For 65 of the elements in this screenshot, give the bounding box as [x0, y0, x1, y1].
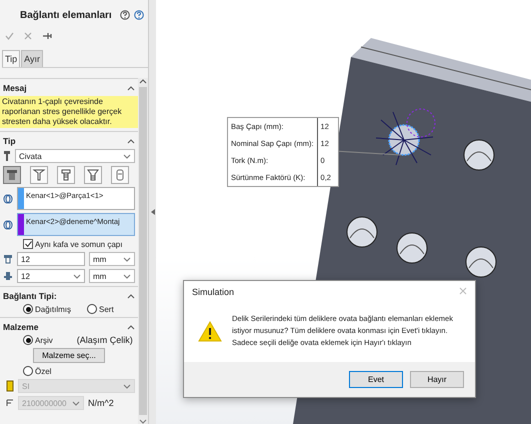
- chevron-icon: [123, 273, 131, 279]
- bolt-icon: [3, 150, 11, 162]
- dialog-button[interactable]: Evet: [349, 371, 403, 388]
- scroll-up-icon[interactable]: [139, 78, 147, 84]
- collapse-icon[interactable]: [127, 85, 135, 91]
- unit-dropdown[interactable]: mm: [89, 269, 135, 283]
- select-material-button[interactable]: Malzeme seç...: [33, 348, 105, 363]
- help-icon[interactable]: [120, 10, 130, 20]
- chevron-icon: [73, 273, 81, 279]
- warning-icon: [198, 320, 222, 342]
- unit-label: N/m^2: [88, 398, 114, 408]
- connector-type-button[interactable]: [84, 166, 102, 184]
- collapse-arrow-icon[interactable]: [150, 209, 154, 215]
- scroll-down-icon[interactable]: [139, 418, 147, 424]
- collapse-icon[interactable]: [127, 293, 135, 299]
- connector-type-button[interactable]: [57, 166, 75, 184]
- warning-message: Civatanın 1-çaplı çevresinde raporlanan stres genellikle gerçek stresten daha yüksek olacaktır.: [0, 96, 138, 128]
- unit-dropdown[interactable]: mm: [89, 252, 135, 266]
- fastener-icon: [59, 168, 73, 182]
- checkbox[interactable]: [23, 239, 33, 249]
- radio-label: Dağıtılmış: [35, 304, 72, 314]
- section-title: Malzeme: [3, 322, 38, 332]
- radio-button[interactable]: [87, 304, 98, 314]
- chevron-icon: [123, 256, 131, 262]
- section-title: Mesaj: [3, 83, 27, 93]
- collapse-icon[interactable]: [127, 324, 135, 330]
- number-field[interactable]: 12: [17, 269, 85, 283]
- radio-label: Özel: [35, 366, 52, 376]
- fastener-icon: [86, 168, 100, 182]
- bolt-head-icon: [3, 254, 13, 264]
- tab[interactable]: Ayır: [21, 50, 44, 67]
- fastener-icon: [5, 168, 19, 182]
- dialog-title: Simulation: [192, 287, 234, 297]
- pin-icon[interactable]: [42, 32, 52, 40]
- fastener-icon: [32, 168, 46, 182]
- material-name: (Alaşım Çelik): [76, 335, 133, 345]
- section-title: Tip: [3, 136, 16, 146]
- section-title: Bağlantı Tipi:: [3, 291, 57, 301]
- radio-label: Sert: [99, 304, 114, 314]
- connector-type-button[interactable]: [3, 166, 21, 184]
- radio-label: Arşiv: [35, 336, 53, 344]
- dialog-button[interactable]: Hayır: [410, 371, 464, 388]
- nut-icon: [3, 271, 13, 281]
- edge-icon: [3, 220, 13, 230]
- radio-button[interactable]: [23, 304, 33, 314]
- edge-icon: [3, 194, 13, 204]
- panel-title: Bağlantı elemanları: [20, 10, 113, 20]
- chevron-icon: [72, 400, 80, 406]
- chevron-icon: [123, 383, 131, 389]
- checkbox-label: Aynı kafa ve somun çapı: [35, 240, 122, 248]
- check-icon[interactable]: [5, 32, 14, 40]
- chevron-icon: [123, 153, 131, 159]
- collapse-icon[interactable]: [127, 138, 135, 144]
- connector-type-button[interactable]: [30, 166, 48, 184]
- radio-button[interactable]: [23, 335, 33, 345]
- radio-button[interactable]: [23, 366, 33, 376]
- modulus-icon: [6, 399, 14, 407]
- checkmark-icon: [24, 241, 32, 247]
- material-icon: [6, 380, 14, 392]
- tab[interactable]: Tip: [2, 50, 20, 67]
- connector-dropdown[interactable]: Civata: [15, 149, 135, 163]
- help-icon[interactable]: [134, 10, 144, 20]
- connector-type-button[interactable]: [111, 166, 129, 184]
- number-field[interactable]: 12: [17, 252, 85, 266]
- scrollbar[interactable]: [138, 78, 148, 424]
